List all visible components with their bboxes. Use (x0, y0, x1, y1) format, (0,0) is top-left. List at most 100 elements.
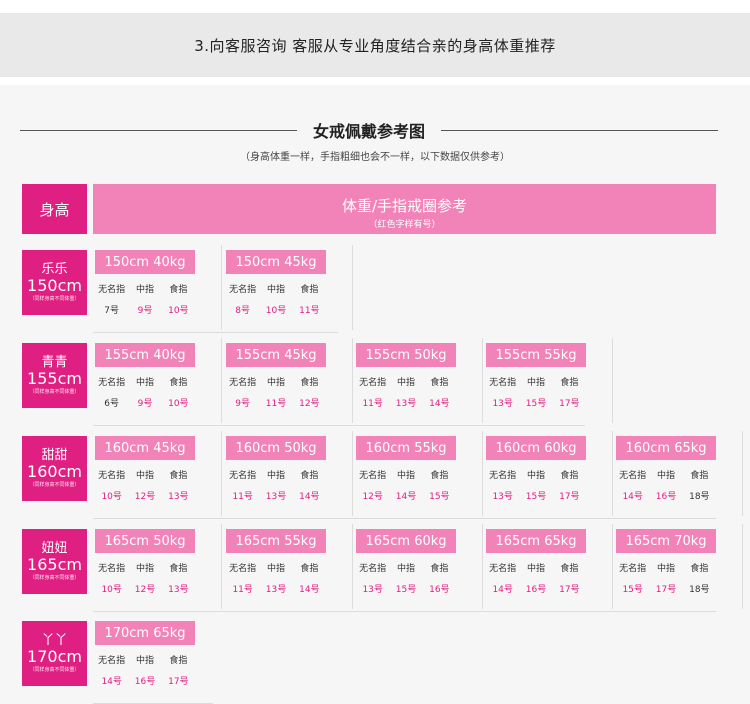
finger-label: 食指 (300, 285, 319, 295)
ring-size-value: 14号 (429, 399, 450, 409)
size-cell: 160cm 50kg 无名指 中指 食指 11号 13号 14号 (224, 431, 353, 516)
row-divider (93, 611, 716, 612)
height-label-160cm: 甜甜 160cm （同样身高不同体重） (22, 436, 87, 501)
finger-label: 食指 (430, 378, 449, 388)
row-divider (93, 332, 338, 333)
ring-size-value: 10号 (168, 399, 189, 409)
ring-sizes: 13号 15号 16号 (356, 582, 456, 595)
finger-label: 食指 (560, 564, 579, 574)
finger-label: 中指 (656, 564, 675, 574)
ring-sizes: 11号 13号 14号 (356, 396, 456, 409)
finger-label: 食指 (430, 471, 449, 481)
size-cell: 160cm 60kg 无名指 中指 食指 13号 15号 17号 (484, 431, 613, 516)
finger-label: 中指 (656, 471, 675, 481)
chart-title-row: 女戒佩戴参考图 (20, 118, 719, 142)
finger-labels: 无名指 中指 食指 (616, 561, 716, 574)
finger-label: 无名指 (489, 378, 517, 388)
size-cell-tag: 165cm 65kg (486, 529, 586, 553)
height-value: 150cm (27, 275, 82, 295)
header-height-label: 身高 (22, 184, 87, 234)
ring-size-value: 14号 (299, 492, 320, 502)
ring-size-value: 17号 (559, 399, 580, 409)
finger-label: 中指 (135, 471, 154, 481)
height-label-170cm: 丫丫 170cm （同样身高不同体重） (22, 621, 87, 686)
ring-size-value: 14号 (299, 585, 320, 595)
finger-label: 中指 (135, 564, 154, 574)
ring-sizes: 13号 15号 17号 (486, 396, 586, 409)
finger-labels: 无名指 中指 食指 (226, 375, 326, 388)
ring-size-value: 10号 (168, 306, 189, 316)
height-label-155cm: 青青 155cm （同样身高不同体重） (22, 343, 87, 408)
finger-label: 食指 (430, 564, 449, 574)
header-banner: 3.向客服咨询 客服从专业角度结合亲的身高体重推荐 (0, 13, 750, 77)
finger-label: 无名指 (229, 285, 257, 295)
ring-size-value: 15号 (525, 399, 547, 409)
row-divider (93, 425, 585, 426)
finger-labels: 无名指 中指 食指 (226, 468, 326, 481)
size-cell-tag: 155cm 55kg (486, 343, 586, 367)
ring-size-value: 10号 (265, 306, 287, 316)
ring-size-value: 13号 (168, 585, 189, 595)
size-cell: 155cm 55kg 无名指 中指 食指 13号 15号 17号 (484, 338, 613, 423)
size-cell: 165cm 60kg 无名指 中指 食指 13号 15号 16号 (354, 524, 483, 609)
ring-size-value: 15号 (395, 585, 417, 595)
finger-label: 中指 (526, 471, 545, 481)
finger-labels: 无名指 中指 食指 (356, 468, 456, 481)
ring-size-value: 12号 (134, 585, 156, 595)
finger-label: 中指 (135, 378, 154, 388)
finger-label: 食指 (169, 564, 188, 574)
size-cell-tag: 160cm 45kg (95, 436, 195, 460)
finger-label: 中指 (526, 378, 545, 388)
ring-sizes: 11号 13号 14号 (226, 582, 326, 595)
ring-size-value: 16号 (525, 585, 547, 595)
ring-size-value: 14号 (492, 585, 513, 595)
size-cell: 155cm 40kg 无名指 中指 食指 6号 9号 10号 (93, 338, 222, 423)
finger-labels: 无名指 中指 食指 (616, 468, 716, 481)
size-cell-tag: 155cm 40kg (95, 343, 195, 367)
ring-size-value: 14号 (395, 492, 417, 502)
size-cell: 155cm 45kg 无名指 中指 食指 9号 11号 12号 (224, 338, 353, 423)
ring-size-value: 13号 (492, 399, 513, 409)
ring-size-value: 17号 (655, 585, 677, 595)
finger-label: 中指 (266, 471, 285, 481)
ring-size-value: 11号 (232, 585, 253, 595)
finger-labels: 无名指 中指 食指 (356, 375, 456, 388)
ring-size-value: 17号 (168, 677, 189, 687)
finger-labels: 无名指 中指 食指 (95, 653, 195, 666)
chart-title: 女戒佩戴参考图 (313, 122, 426, 141)
ring-size-value: 18号 (689, 585, 710, 595)
size-cell: 160cm 45kg 无名指 中指 食指 10号 12号 13号 (93, 431, 222, 516)
size-cell-tag: 165cm 55kg (226, 529, 326, 553)
finger-label: 食指 (300, 564, 319, 574)
ring-size-value: 9号 (137, 399, 153, 409)
height-value: 170cm (27, 646, 82, 666)
chart-subtitle: （身高体重一样，手指粗细也会不一样，以下数据仅供参考） (240, 152, 510, 163)
ring-size-value: 13号 (265, 585, 287, 595)
ring-sizes: 12号 14号 15号 (356, 489, 456, 502)
finger-label: 无名指 (98, 378, 126, 388)
finger-label: 中指 (526, 564, 545, 574)
ring-size-value: 18号 (689, 492, 710, 502)
header-weight-label: 体重/手指戒圈参考 （红色字样有号） (93, 184, 716, 234)
header-title: 3.向客服咨询 客服从专业角度结合亲的身高体重推荐 (194, 36, 556, 55)
ring-size-value: 14号 (101, 677, 122, 687)
ring-sizes: 8号 10号 11号 (226, 303, 326, 316)
header-weight-note: （红色字样有号） (368, 220, 441, 230)
ring-size-value: 12号 (134, 492, 156, 502)
finger-label: 中指 (396, 378, 415, 388)
ring-sizes: 10号 12号 13号 (95, 489, 195, 502)
ring-size-value: 11号 (299, 306, 320, 316)
height-nickname: 妞妞 (41, 540, 68, 556)
finger-label: 食指 (169, 656, 188, 666)
size-cell: 160cm 55kg 无名指 中指 食指 12号 14号 15号 (354, 431, 483, 516)
ring-sizes: 6号 9号 10号 (95, 396, 195, 409)
height-nickname: 乐乐 (41, 261, 68, 277)
finger-labels: 无名指 中指 食指 (486, 468, 586, 481)
ring-sizes: 11号 13号 14号 (226, 489, 326, 502)
finger-label: 无名指 (619, 564, 647, 574)
height-note: （同样身高不同体重） (29, 295, 80, 302)
ring-size-value: 9号 (137, 306, 153, 316)
ring-sizes: 7号 9号 10号 (95, 303, 195, 316)
height-note: （同样身高不同体重） (29, 666, 80, 673)
ring-sizes: 14号 16号 17号 (95, 674, 195, 687)
